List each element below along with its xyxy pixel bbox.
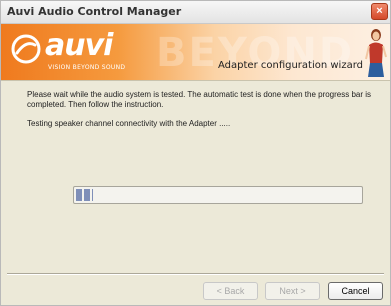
status-text: Testing speaker channel connectivity wit… [27,119,231,128]
cancel-button[interactable]: Cancel [328,282,383,300]
next-button[interactable]: Next > [265,282,320,300]
footer-divider [7,273,384,275]
wizard-content: Please wait while the audio system is te… [1,81,390,273]
progress-fill [76,189,93,201]
wizard-banner: BEYOND auvi VISION BEYOND SOUND Adapter … [1,24,390,80]
wizard-title: Adapter configuration wizard [218,60,363,71]
dialog-window: Auvi Audio Control Manager × BEYOND auvi… [0,0,391,306]
back-button[interactable]: < Back [203,282,258,300]
woman-figure-icon [365,29,387,77]
window-title: Auvi Audio Control Manager [7,5,182,18]
close-button[interactable]: × [371,3,388,20]
instruction-text: Please wait while the audio system is te… [27,90,372,109]
brand-logo: auvi [45,28,113,63]
close-icon: × [376,5,383,17]
logo-swirl-icon [11,34,41,64]
brand-tagline: VISION BEYOND SOUND [48,64,126,71]
title-bar[interactable]: Auvi Audio Control Manager × [1,1,390,24]
test-progress-bar [73,186,363,204]
